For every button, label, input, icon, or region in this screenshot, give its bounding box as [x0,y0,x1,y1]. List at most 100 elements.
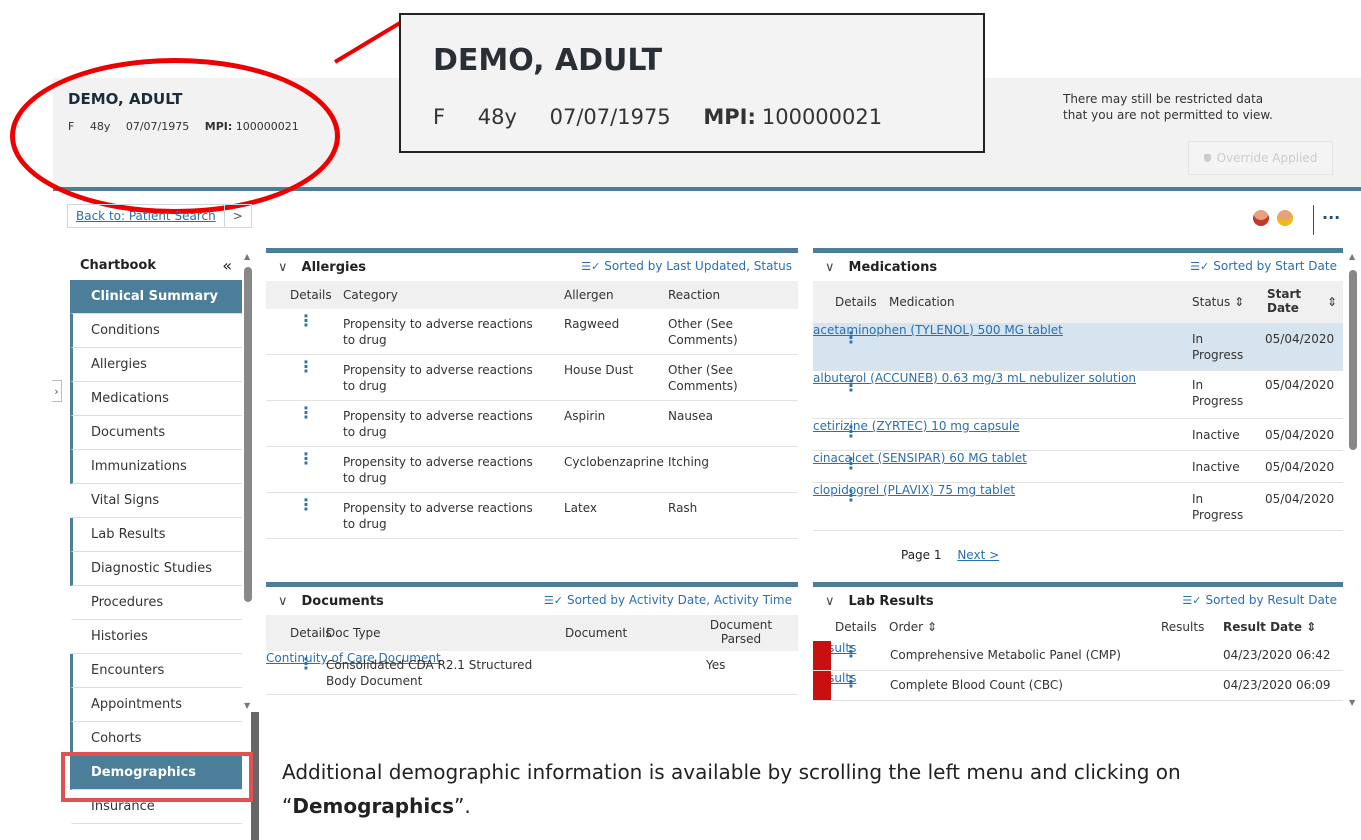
details-kebab-icon[interactable]: ⋮ [298,497,314,513]
details-kebab-icon[interactable]: ⋮ [843,644,859,660]
restricted-data-notice: There may still be restricted data that … [1063,92,1273,122]
sort-arrows-icon: ⇕ [926,620,937,634]
sidebar-item-medications[interactable]: Medications [70,382,242,416]
col-order[interactable]: Order ⇕ [889,620,937,634]
sidebar-item-allergies[interactable]: Allergies [70,348,242,382]
details-kebab-icon[interactable]: ⋮ [298,405,314,421]
table-row[interactable]: ⋮ clopidogrel (PLAVIX) 75 mg tablet In P… [813,483,1343,531]
col-document[interactable]: Document [565,626,627,640]
table-row: ⋮ Propensity to adverse reactions to dru… [266,309,798,355]
chevron-down-icon[interactable]: ∨ [278,260,288,275]
lab-order: Complete Blood Count (CBC) [890,678,1063,692]
collapse-sidebar-icon[interactable]: « [222,256,232,275]
scroll-down-icon[interactable]: ▼ [244,701,250,710]
scroll-down-icon[interactable]: ▼ [1349,698,1355,707]
sidebar-item-diagnostic-studies[interactable]: Diagnostic Studies [70,552,242,586]
sidebar-item-immunizations[interactable]: Immunizations [70,450,242,484]
details-kebab-icon[interactable]: ⋮ [843,488,859,504]
medications-table-header: Details Medication Status ⇕ Start Date ⇕ [813,281,1343,323]
col-result-date[interactable]: Result Date ⇕ [1223,620,1316,634]
scroll-up-icon[interactable]: ▲ [244,252,250,261]
col-category[interactable]: Category [343,288,398,302]
chevron-down-icon[interactable]: ∨ [825,594,835,609]
content-scroll-thumb[interactable] [1349,270,1357,450]
allergy-allergen: House Dust [564,363,634,377]
sort-filter-icon: ☰✓ [1182,593,1202,607]
col-results[interactable]: Results [1161,620,1204,634]
shield-icon [1203,154,1211,162]
medications-panel-header[interactable]: ∨ Medications ☰✓ Sorted by Start Date [813,253,1343,281]
table-row[interactable]: ⋮ cetirizine (ZYRTEC) 10 mg capsule Inac… [813,419,1343,451]
sidebar-item-documents[interactable]: Documents [70,416,242,450]
lab-result-date: 04/23/2020 06:42 [1223,648,1331,662]
document-parsed: Yes [706,658,726,672]
col-status[interactable]: Status ⇕ [1192,295,1244,309]
user-red-icon[interactable] [1253,210,1269,226]
details-kebab-icon[interactable]: ⋮ [843,674,859,690]
lab-results-sort-info[interactable]: ☰✓ Sorted by Result Date [1182,593,1337,607]
chevron-down-icon[interactable]: ∨ [278,594,288,609]
sort-filter-icon: ☰✓ [543,593,563,607]
details-kebab-icon[interactable]: ⋮ [843,424,859,440]
back-to-patient-search-link[interactable]: Back to: Patient Search [68,205,225,227]
col-start-date[interactable]: Start Date [1267,287,1317,315]
chevron-right-icon[interactable]: > [225,209,251,223]
medication-status: In Progress [1192,332,1244,362]
expand-panel-handle[interactable]: › [52,380,62,402]
top-user-icons [1253,210,1293,226]
lab-results-panel-header[interactable]: ∨ Lab Results ☰✓ Sorted by Result Date [813,587,1343,615]
sidebar-item-encounters[interactable]: Encounters [70,654,242,688]
details-kebab-icon[interactable]: ⋮ [298,359,314,375]
allergy-reaction: Other (See Comments) [668,363,738,393]
table-row: ⋮ Consolidated CDA R2.1 Structured Body … [266,651,798,695]
col-doc-type[interactable]: Doc Type [326,626,381,640]
documents-sort-info[interactable]: ☰✓ Sorted by Activity Date, Activity Time [544,593,792,607]
details-kebab-icon[interactable]: ⋮ [843,456,859,472]
allergy-allergen: Latex [564,501,598,515]
col-details: Details [290,288,332,302]
col-medication[interactable]: Medication [889,295,955,309]
next-page-link[interactable]: Next > [957,548,999,562]
medication-status: In Progress [1192,492,1244,522]
sidebar-scrollbar[interactable]: ▲ ▼ [244,252,252,710]
sort-filter-icon: ☰✓ [581,259,601,273]
details-kebab-icon[interactable]: ⋮ [843,378,859,394]
details-kebab-icon[interactable]: ⋮ [298,451,314,467]
chevron-down-icon[interactable]: ∨ [825,260,835,275]
sidebar-item-cohorts[interactable]: Cohorts [70,722,242,756]
col-document-parsed[interactable]: Document Parsed [706,618,776,646]
more-options-icon[interactable]: ··· [1322,208,1340,227]
allergies-panel-header[interactable]: ∨ Allergies ☰✓ Sorted by Last Updated, St… [266,253,798,281]
sidebar-item-procedures[interactable]: Procedures [70,586,242,620]
details-kebab-icon[interactable]: ⋮ [298,656,314,672]
sidebar-item-vital-signs[interactable]: Vital Signs [70,484,242,518]
screen: { "patient": { "name": "DEMO, ADULT", "s… [0,0,1361,840]
details-kebab-icon[interactable]: ⋮ [298,313,314,329]
lab-results-table-header: Details Order ⇕ Results Result Date ⇕ [813,615,1343,641]
sidebar-item-histories[interactable]: Histories [70,620,242,654]
user-yellow-icon[interactable] [1277,210,1293,226]
content-scrollbar[interactable]: ▲ ▼ [1349,252,1357,707]
table-row[interactable]: ⋮ albuterol (ACCUNEB) 0.63 mg/3 mL nebul… [813,371,1343,419]
medication-link[interactable]: albuterol (ACCUNEB) 0.63 mg/3 mL nebuliz… [813,371,1136,385]
sidebar-item-lab-results[interactable]: Lab Results [70,518,242,552]
col-reaction[interactable]: Reaction [668,288,720,302]
sidebar-scroll-thumb[interactable] [244,267,252,602]
sidebar-item-clinical-summary[interactable]: Clinical Summary [70,280,242,314]
table-row[interactable]: ⋮ acetaminophen (TYLENOL) 500 MG tablet … [813,323,1343,371]
medication-start-date: 05/04/2020 [1265,460,1335,474]
medications-sort-info[interactable]: ☰✓ Sorted by Start Date [1190,259,1337,273]
table-row[interactable]: ⋮ cinacalcet (SENSIPAR) 60 MG tablet Ina… [813,451,1343,483]
sidebar-item-appointments[interactable]: Appointments [70,688,242,722]
col-allergen[interactable]: Allergen [564,288,614,302]
medication-start-date: 05/04/2020 [1265,428,1335,442]
override-applied-button[interactable]: Override Applied [1188,141,1333,175]
allergies-sort-info[interactable]: ☰✓ Sorted by Last Updated, Status [581,259,792,273]
sidebar-item-conditions[interactable]: Conditions [70,314,242,348]
sort-arrows-icon[interactable]: ⇕ [1327,295,1337,309]
breadcrumb[interactable]: Back to: Patient Search > [67,204,252,228]
details-kebab-icon[interactable]: ⋮ [843,330,859,346]
scroll-up-icon[interactable]: ▲ [1349,252,1355,261]
documents-panel-header[interactable]: ∨ Documents ☰✓ Sorted by Activity Date, A… [266,587,798,615]
documents-title: Documents [301,593,384,609]
